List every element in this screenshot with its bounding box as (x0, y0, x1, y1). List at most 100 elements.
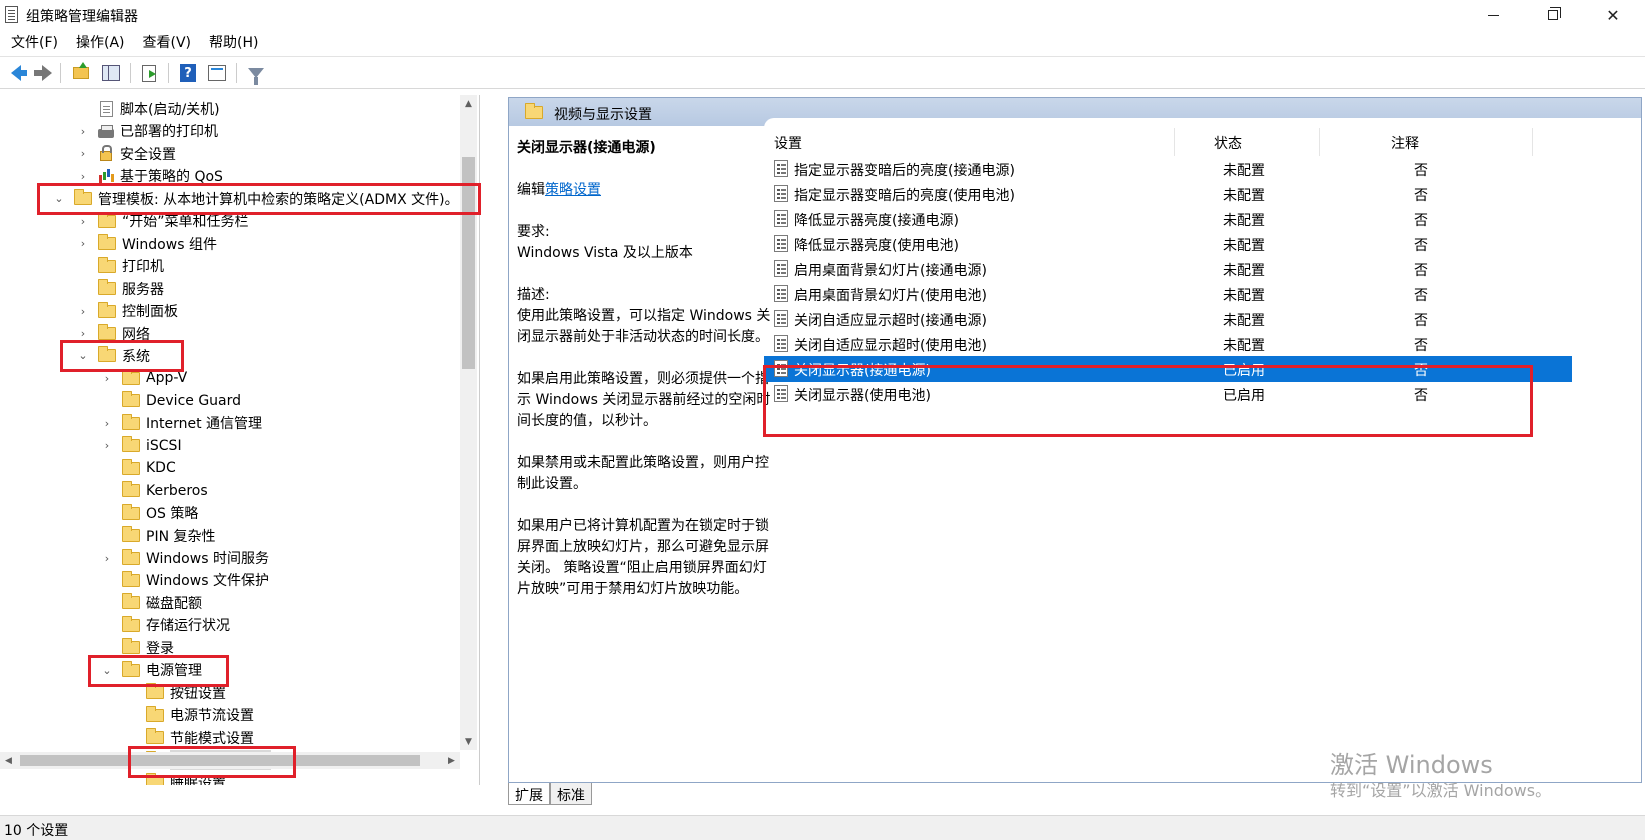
tree-node[interactable]: › 基于策略的 QoS (81, 165, 223, 187)
expand-chevron-icon[interactable]: › (78, 300, 88, 322)
expand-chevron-icon[interactable]: › (102, 435, 112, 457)
tree-node[interactable]: 节能模式设置 (146, 727, 254, 749)
filter-button[interactable] (245, 63, 267, 85)
tree-node[interactable]: 登录 (122, 637, 174, 659)
expand-chevron-icon[interactable] (126, 704, 136, 726)
tree-node[interactable]: 存储运行状况 (122, 614, 230, 636)
scroll-thumb[interactable] (462, 157, 475, 369)
tab-extended[interactable]: 扩展 (508, 783, 550, 805)
tree-node[interactable]: 打印机 (98, 255, 164, 277)
tree-node[interactable]: ⌄ 系统 (78, 345, 150, 367)
tree-node[interactable]: 脚本(启动/关机) (98, 98, 220, 120)
tree-node[interactable]: 睡眠设置 (146, 772, 226, 785)
expand-chevron-icon[interactable] (102, 569, 112, 591)
column-divider[interactable] (1174, 128, 1175, 156)
scroll-down-icon[interactable]: ▼ (460, 733, 477, 750)
menu-help[interactable]: 帮助(H) (202, 30, 265, 56)
expand-chevron-icon[interactable] (102, 592, 112, 614)
properties-button[interactable] (206, 63, 228, 83)
tree-node[interactable]: KDC (122, 457, 176, 479)
setting-row[interactable]: 关闭显示器(接通电源) 已启用 否 (764, 356, 1572, 382)
collapse-chevron-icon[interactable]: ⌄ (78, 345, 88, 367)
menu-file[interactable]: 文件(F) (4, 30, 65, 56)
setting-row[interactable]: 关闭自适应显示超时(接通电源) 未配置 否 (764, 306, 1572, 332)
tab-standard[interactable]: 标准 (550, 783, 592, 805)
back-button[interactable] (5, 63, 27, 83)
tree-node[interactable]: › App-V (105, 367, 187, 389)
expand-chevron-icon[interactable]: › (78, 323, 88, 345)
expand-chevron-icon[interactable]: › (102, 367, 112, 389)
setting-row[interactable]: 关闭自适应显示超时(使用电池) 未配置 否 (764, 331, 1572, 357)
expand-chevron-icon[interactable] (102, 637, 112, 659)
expand-chevron-icon[interactable]: › (102, 547, 112, 569)
edit-policy-link[interactable]: 策略设置 (545, 182, 601, 198)
expand-chevron-icon[interactable] (102, 525, 112, 547)
tree-node[interactable]: › 安全设置 (81, 143, 176, 165)
expand-chevron-icon[interactable]: › (102, 412, 112, 434)
tree-node[interactable]: › 控制面板 (81, 300, 178, 322)
tree-node[interactable]: › Windows 时间服务 (105, 547, 269, 569)
expand-chevron-icon[interactable]: › (78, 233, 88, 255)
collapse-chevron-icon[interactable]: ⌄ (54, 188, 64, 210)
expand-chevron-icon[interactable] (78, 98, 88, 120)
expand-chevron-icon[interactable] (126, 682, 136, 704)
export-list-button[interactable] (138, 63, 160, 83)
tree-node[interactable]: › iSCSI (105, 435, 182, 457)
forward-button[interactable] (32, 63, 54, 83)
setting-row[interactable]: 降低显示器亮度(接通电源) 未配置 否 (764, 206, 1572, 232)
expand-chevron-icon[interactable]: › (78, 210, 88, 232)
expand-chevron-icon[interactable] (102, 614, 112, 636)
expand-chevron-icon[interactable] (78, 278, 88, 300)
expand-chevron-icon[interactable] (78, 255, 88, 277)
expand-chevron-icon[interactable] (102, 502, 112, 524)
tree-node[interactable]: 磁盘配额 (122, 592, 202, 614)
tree-node[interactable]: › Internet 通信管理 (105, 412, 262, 434)
scroll-thumb[interactable] (20, 755, 420, 766)
tree-node[interactable]: OS 策略 (122, 502, 198, 524)
setting-row[interactable]: 启用桌面背景幻灯片(使用电池) 未配置 否 (764, 281, 1572, 307)
column-header-state[interactable]: 状态 (1214, 133, 1242, 153)
expand-chevron-icon[interactable] (126, 772, 136, 786)
column-header-setting[interactable]: 设置 (774, 133, 802, 153)
expand-chevron-icon[interactable]: › (78, 120, 88, 142)
setting-row[interactable]: 降低显示器亮度(使用电池) 未配置 否 (764, 231, 1572, 257)
tree-node[interactable]: › 已部署的打印机 (81, 120, 218, 142)
tree-vertical-scrollbar[interactable]: ▲ ▼ (460, 95, 477, 750)
minimize-button[interactable] (1470, 0, 1516, 30)
tree-node[interactable]: Device Guard (122, 390, 241, 412)
tree-node[interactable]: 按钮设置 (146, 682, 226, 704)
expand-chevron-icon[interactable]: › (78, 165, 88, 187)
tree-node[interactable]: Windows 文件保护 (122, 569, 269, 591)
scroll-right-icon[interactable]: ▶ (443, 752, 460, 769)
expand-chevron-icon[interactable] (126, 727, 136, 749)
setting-row[interactable]: 关闭显示器(使用电池) 已启用 否 (764, 381, 1572, 407)
collapse-chevron-icon[interactable]: ⌄ (102, 659, 112, 681)
tree-node[interactable]: Kerberos (122, 480, 208, 502)
tree-horizontal-scrollbar[interactable]: ◀ ▶ (0, 752, 460, 769)
setting-row[interactable]: 指定显示器变暗后的亮度(接通电源) 未配置 否 (764, 156, 1572, 182)
scroll-left-icon[interactable]: ◀ (0, 752, 17, 769)
menu-action[interactable]: 操作(A) (69, 30, 132, 56)
menu-view[interactable]: 查看(V) (136, 30, 199, 56)
tree-node[interactable]: PIN 复杂性 (122, 525, 216, 547)
tree-node[interactable]: › “开始”菜单和任务栏 (81, 210, 249, 232)
column-header-comment[interactable]: 注释 (1391, 133, 1419, 153)
scroll-up-icon[interactable]: ▲ (460, 95, 477, 112)
column-divider[interactable] (1319, 128, 1320, 156)
tree-node[interactable]: 电源节流设置 (146, 704, 254, 726)
tree-node[interactable]: › 网络 (81, 323, 150, 345)
column-divider[interactable] (1532, 128, 1533, 156)
tree-node[interactable]: ⌄ 电源管理 (102, 659, 202, 681)
expand-chevron-icon[interactable]: › (78, 143, 88, 165)
setting-row[interactable]: 启用桌面背景幻灯片(接通电源) 未配置 否 (764, 256, 1572, 282)
expand-chevron-icon[interactable] (102, 390, 112, 412)
up-one-level-button[interactable] (70, 62, 92, 83)
close-button[interactable]: ✕ (1590, 0, 1636, 30)
expand-chevron-icon[interactable] (102, 457, 112, 479)
tree-node[interactable]: ⌄ 管理模板: 从本地计算机中检索的策略定义(ADMX 文件)。 (54, 188, 459, 210)
maximize-button[interactable] (1530, 0, 1576, 30)
setting-row[interactable]: 指定显示器变暗后的亮度(使用电池) 未配置 否 (764, 181, 1572, 207)
tree-node[interactable]: › Windows 组件 (81, 233, 217, 255)
help-button[interactable]: ? (177, 63, 199, 83)
tree-node[interactable]: 服务器 (98, 278, 164, 300)
